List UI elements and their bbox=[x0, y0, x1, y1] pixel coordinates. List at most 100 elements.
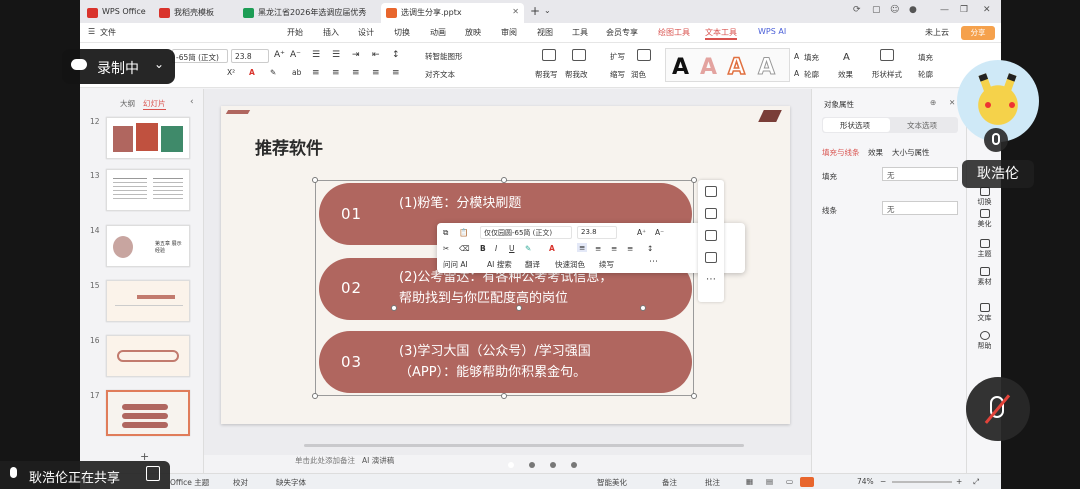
zoom-slider[interactable] bbox=[892, 481, 952, 483]
screen-share-icon[interactable] bbox=[146, 466, 160, 481]
skin-icon[interactable]: ☺ bbox=[890, 5, 899, 15]
indent-icon[interactable]: ⇥ bbox=[352, 50, 360, 60]
bullets-icon[interactable]: ☰ bbox=[312, 50, 320, 60]
highlight-icon[interactable]: ✎ bbox=[270, 68, 276, 77]
sorter-view-icon[interactable]: ▤ bbox=[766, 477, 773, 486]
notes-placeholder[interactable]: 单击此处添加备注 bbox=[295, 455, 355, 466]
polish-button[interactable]: 润色 bbox=[631, 69, 646, 80]
tab-shape-options[interactable]: 形状选项 bbox=[840, 120, 870, 131]
close-panel-icon[interactable]: ✕ bbox=[949, 98, 955, 107]
resize-handle[interactable] bbox=[691, 393, 697, 399]
expand-button[interactable]: 扩写 bbox=[610, 51, 625, 62]
zoom-out-icon[interactable]: − bbox=[880, 477, 886, 486]
smart-graphic-button[interactable]: 转智能图形 bbox=[425, 51, 463, 62]
subtab-size[interactable]: 大小与属性 bbox=[892, 147, 930, 158]
resize-handle[interactable] bbox=[501, 177, 507, 183]
underline-icon[interactable]: U bbox=[509, 244, 515, 253]
ai-search-button[interactable]: AI 搜索 bbox=[487, 259, 512, 270]
tab-slides[interactable]: 幻灯片 bbox=[143, 98, 166, 110]
translate-button[interactable]: 翻译 bbox=[525, 259, 540, 270]
zoom-level[interactable]: 74% bbox=[857, 477, 874, 486]
outdent-icon[interactable]: ⇤ bbox=[372, 50, 380, 60]
align-right-icon[interactable]: ≡ bbox=[352, 68, 360, 78]
write-for-me-button[interactable]: 帮我写 bbox=[535, 69, 558, 80]
font-color-icon[interactable]: A bbox=[249, 68, 255, 77]
subtab-fill-line[interactable]: 填充与线条 bbox=[822, 147, 860, 158]
pin-icon[interactable]: ⊕ bbox=[930, 98, 936, 107]
tab-template[interactable]: 我稻壳模板 bbox=[154, 3, 234, 23]
page-dot[interactable] bbox=[571, 462, 577, 468]
page-dot[interactable] bbox=[550, 462, 556, 468]
style-black-a[interactable]: A bbox=[672, 55, 689, 80]
shape-style-button[interactable]: 形状样式 bbox=[872, 69, 902, 80]
text-outline-icon[interactable]: A bbox=[794, 69, 799, 78]
text-outline-button[interactable]: 轮廓 bbox=[804, 69, 819, 80]
text-handle[interactable] bbox=[640, 305, 646, 311]
menu-design[interactable]: 设计 bbox=[358, 27, 374, 38]
text-effect-icon[interactable]: A bbox=[843, 52, 850, 63]
tab-text-options[interactable]: 文本选项 bbox=[907, 120, 937, 131]
help-tool[interactable]: 帮助 bbox=[967, 331, 1001, 351]
chevron-down-icon[interactable]: ⌄ bbox=[544, 6, 551, 15]
text-effect-button[interactable]: 效果 bbox=[838, 69, 853, 80]
style-pink-a[interactable]: A bbox=[700, 55, 717, 80]
slide-thumbnail-17[interactable] bbox=[106, 390, 190, 436]
slide-thumbnail-15[interactable] bbox=[106, 280, 190, 322]
italic-icon[interactable]: I bbox=[495, 244, 497, 253]
zoom-in-icon[interactable]: + bbox=[956, 477, 962, 486]
notes-button[interactable]: 备注 bbox=[662, 477, 677, 488]
line-select[interactable]: 无 bbox=[882, 201, 958, 215]
shrink-font-icon[interactable]: A⁻ bbox=[290, 50, 301, 60]
text-style-gallery[interactable]: A A A A bbox=[665, 48, 790, 82]
slide-thumbnail-16[interactable] bbox=[106, 335, 190, 377]
crop-icon[interactable] bbox=[705, 186, 717, 197]
align-left-icon[interactable]: ≡ bbox=[577, 243, 588, 252]
copy-icon[interactable]: ⧉ bbox=[443, 228, 448, 238]
slide-thumbnail-13[interactable] bbox=[106, 169, 190, 211]
char-spacing-icon[interactable]: ab bbox=[292, 68, 301, 77]
rewrite-button[interactable]: 帮我改 bbox=[565, 69, 588, 80]
style-grey-outline-a[interactable]: A bbox=[757, 55, 775, 81]
shrink-font-icon[interactable]: A⁻ bbox=[655, 228, 664, 237]
play-slideshow-icon[interactable] bbox=[800, 477, 814, 487]
menu-slideshow[interactable]: 放映 bbox=[465, 27, 481, 38]
fill-select[interactable]: 无 bbox=[882, 167, 958, 181]
menu-wps-ai[interactable]: WPS AI bbox=[758, 27, 786, 36]
align-left-icon[interactable]: ≡ bbox=[312, 68, 320, 78]
quick-polish-button[interactable]: 快速润色 bbox=[555, 259, 585, 270]
restore-icon[interactable]: ❐ bbox=[960, 5, 968, 15]
justify-icon[interactable]: ≡ bbox=[627, 244, 633, 253]
menu-text-tools[interactable]: 文本工具 bbox=[705, 27, 737, 40]
slide-title[interactable]: 推荐软件 bbox=[255, 134, 323, 159]
horizontal-scrollbar[interactable] bbox=[304, 444, 744, 447]
close-window-icon[interactable]: ✕ bbox=[983, 5, 991, 15]
sync-icon[interactable]: ⟳ bbox=[853, 5, 861, 15]
menu-icon[interactable]: ☰ bbox=[88, 27, 95, 36]
line-spacing-icon[interactable]: ↕ bbox=[392, 50, 400, 60]
bold-icon[interactable]: B bbox=[480, 244, 486, 253]
subtab-effect[interactable]: 效果 bbox=[868, 147, 883, 158]
menu-review[interactable]: 审阅 bbox=[501, 27, 517, 38]
tab-wps-office[interactable]: WPS Office bbox=[82, 3, 152, 23]
ask-ai-button[interactable]: 问问 AI bbox=[443, 259, 468, 270]
shape-outline-button[interactable]: 轮廓 bbox=[918, 69, 933, 80]
menu-file[interactable]: 文件 bbox=[100, 27, 116, 38]
line-spacing-icon[interactable]: ↕ bbox=[647, 244, 653, 253]
menu-member[interactable]: 会员专享 bbox=[606, 27, 638, 38]
text-fill-icon[interactable]: A bbox=[794, 52, 799, 61]
effect-icon[interactable] bbox=[705, 252, 717, 263]
comments-button[interactable]: 批注 bbox=[705, 477, 720, 488]
tab-outline[interactable]: 大纲 bbox=[120, 98, 135, 109]
tab-pptx[interactable]: 选调生分享.pptx ✕ bbox=[381, 3, 524, 23]
font-color-icon[interactable]: A bbox=[549, 244, 555, 253]
menu-tools[interactable]: 工具 bbox=[572, 27, 588, 38]
window-icon[interactable]: ▢ bbox=[872, 5, 881, 15]
collapse-panel-icon[interactable]: ‹ bbox=[190, 97, 194, 107]
fit-window-icon[interactable]: ⤢ bbox=[973, 477, 979, 487]
text-handle[interactable] bbox=[391, 305, 397, 311]
continue-write-button[interactable]: 续写 bbox=[599, 259, 614, 270]
recording-indicator[interactable]: 录制中 ⌄ bbox=[62, 49, 175, 84]
theme-name[interactable]: Office 主题 bbox=[170, 477, 209, 488]
grow-font-icon[interactable]: A⁺ bbox=[637, 228, 646, 237]
page-dot-active[interactable] bbox=[508, 462, 514, 468]
